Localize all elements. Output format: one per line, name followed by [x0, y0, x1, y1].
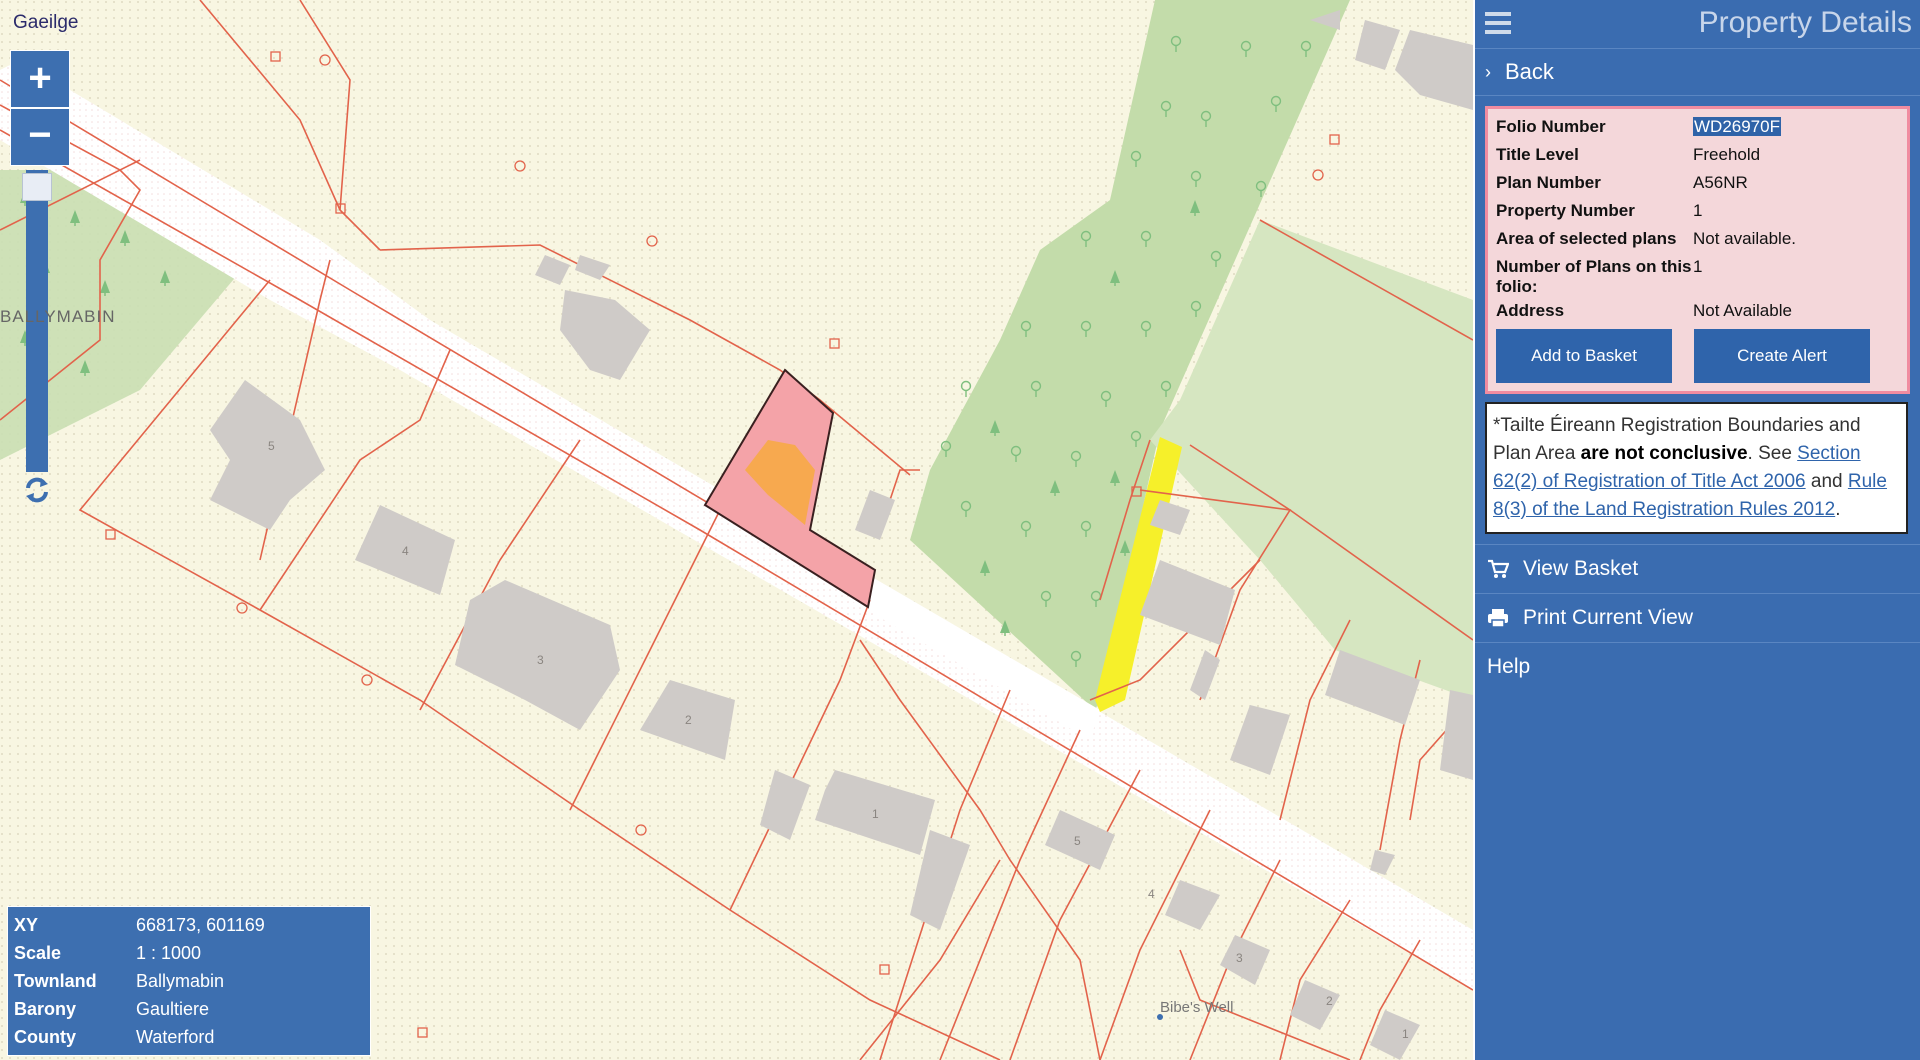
detail-row: Address Not Available	[1496, 299, 1899, 327]
info-row: Scale 1 : 1000	[14, 939, 265, 967]
info-key: Townland	[14, 970, 97, 991]
info-key: Barony	[14, 998, 77, 1019]
detail-key: Address	[1496, 301, 1565, 320]
map-view[interactable]: 5 4 3 2 1 5 4 3 2 1 Gaeilge + − BALLYMAB…	[0, 0, 1473, 1060]
house-number: 4	[1148, 887, 1155, 901]
detail-key: Area of selected plans	[1496, 229, 1677, 248]
place-label: Bibe's Well	[1160, 999, 1234, 1016]
info-key: XY	[14, 914, 39, 935]
info-row: XY 668173, 601169	[14, 911, 265, 939]
view-basket-link[interactable]: View Basket	[1475, 544, 1920, 593]
detail-value: A56NR	[1693, 173, 1748, 192]
info-value: 1 : 1000	[136, 942, 202, 963]
printer-icon	[1488, 609, 1508, 628]
folio-details-card: Folio Number WD26970F Title Level Freehold…	[1485, 106, 1910, 394]
disclaimer-notice: *Tailte Éireann Registration Boundaries …	[1485, 402, 1908, 534]
info-value: Ballymabin	[136, 970, 225, 991]
notice-mid: . See	[1747, 443, 1798, 464]
info-key: Scale	[14, 942, 62, 963]
zoom-in-button[interactable]: +	[10, 50, 70, 108]
detail-value: Freehold	[1693, 145, 1761, 164]
panel-title: Property Details	[1698, 6, 1912, 39]
coordinate-info-box: XY 668173, 601169 Scale 1 : 1000 Townland B…	[7, 906, 371, 1056]
detail-value: 1	[1693, 201, 1703, 220]
notice-bold: are not conclusive	[1580, 443, 1748, 464]
detail-value: Not Available	[1693, 301, 1792, 320]
detail-row: Folio Number WD26970F	[1496, 115, 1899, 143]
house-number: 2	[685, 713, 692, 727]
house-number: 3	[1236, 951, 1243, 965]
info-row: Townland Ballymabin	[14, 967, 265, 995]
help-link[interactable]: Help	[1475, 642, 1920, 691]
detail-key: Property Number	[1496, 201, 1635, 220]
notice-and: and	[1805, 471, 1848, 492]
map-canvas[interactable]: 5 4 3 2 1 5 4 3 2 1	[0, 0, 1473, 1060]
detail-key: Plan Number	[1496, 173, 1601, 192]
add-to-basket-button[interactable]: Add to Basket	[1496, 329, 1672, 383]
print-view-link[interactable]: Print Current View	[1475, 593, 1920, 642]
detail-row: Plan Number A56NR	[1496, 171, 1899, 199]
create-alert-button[interactable]: Create Alert	[1694, 329, 1870, 383]
zoom-out-button[interactable]: −	[10, 108, 70, 166]
panel-header: Property Details	[1475, 0, 1920, 49]
back-label: Back	[1505, 59, 1554, 84]
detail-key: Number of Plans on this folio:	[1496, 257, 1692, 296]
detail-key: Folio Number	[1496, 117, 1606, 136]
townland-map-label: BALLYMABIN	[0, 307, 116, 326]
detail-row: Property Number 1	[1496, 199, 1899, 227]
print-view-label: Print Current View	[1523, 606, 1694, 629]
house-number: 3	[537, 653, 544, 667]
house-number: 2	[1326, 994, 1333, 1008]
info-value: Gaultiere	[136, 998, 210, 1019]
detail-key: Title Level	[1496, 145, 1579, 164]
house-number: 5	[268, 439, 275, 453]
house-number: 1	[872, 807, 879, 821]
back-button[interactable]: › Back	[1475, 49, 1920, 96]
info-value: Waterford	[136, 1026, 215, 1047]
info-key: County	[14, 1026, 76, 1047]
language-toggle-link[interactable]: Gaeilge	[13, 12, 79, 34]
detail-row: Title Level Freehold	[1496, 143, 1899, 171]
property-details-panel: Property Details › Back Folio Number WD26…	[1473, 0, 1920, 1060]
detail-row: Area of selected plans Not available.	[1496, 227, 1899, 255]
house-number: 1	[1402, 1027, 1409, 1041]
cart-icon	[1488, 559, 1509, 578]
info-value: 668173, 601169	[136, 914, 265, 935]
info-row: County Waterford	[14, 1023, 265, 1051]
help-label: Help	[1487, 655, 1531, 678]
detail-row: Number of Plans on this folio: 1	[1496, 255, 1899, 299]
detail-value: 1	[1693, 257, 1703, 276]
notice-end: .	[1835, 499, 1841, 520]
hamburger-menu-icon[interactable]	[1485, 12, 1511, 34]
house-number: 4	[402, 544, 409, 558]
zoom-controls: + −	[10, 50, 70, 166]
house-number: 5	[1074, 834, 1081, 848]
folio-number-value[interactable]: WD26970F	[1693, 115, 1899, 143]
chevron-right-icon: ›	[1485, 61, 1491, 82]
detail-value: Not available.	[1693, 229, 1797, 248]
refresh-icon[interactable]	[22, 475, 52, 505]
folio-number-text[interactable]: WD26970F	[1693, 117, 1781, 136]
view-basket-label: View Basket	[1523, 557, 1639, 580]
zoom-slider-handle[interactable]	[22, 173, 52, 201]
info-row: Barony Gaultiere	[14, 995, 265, 1023]
